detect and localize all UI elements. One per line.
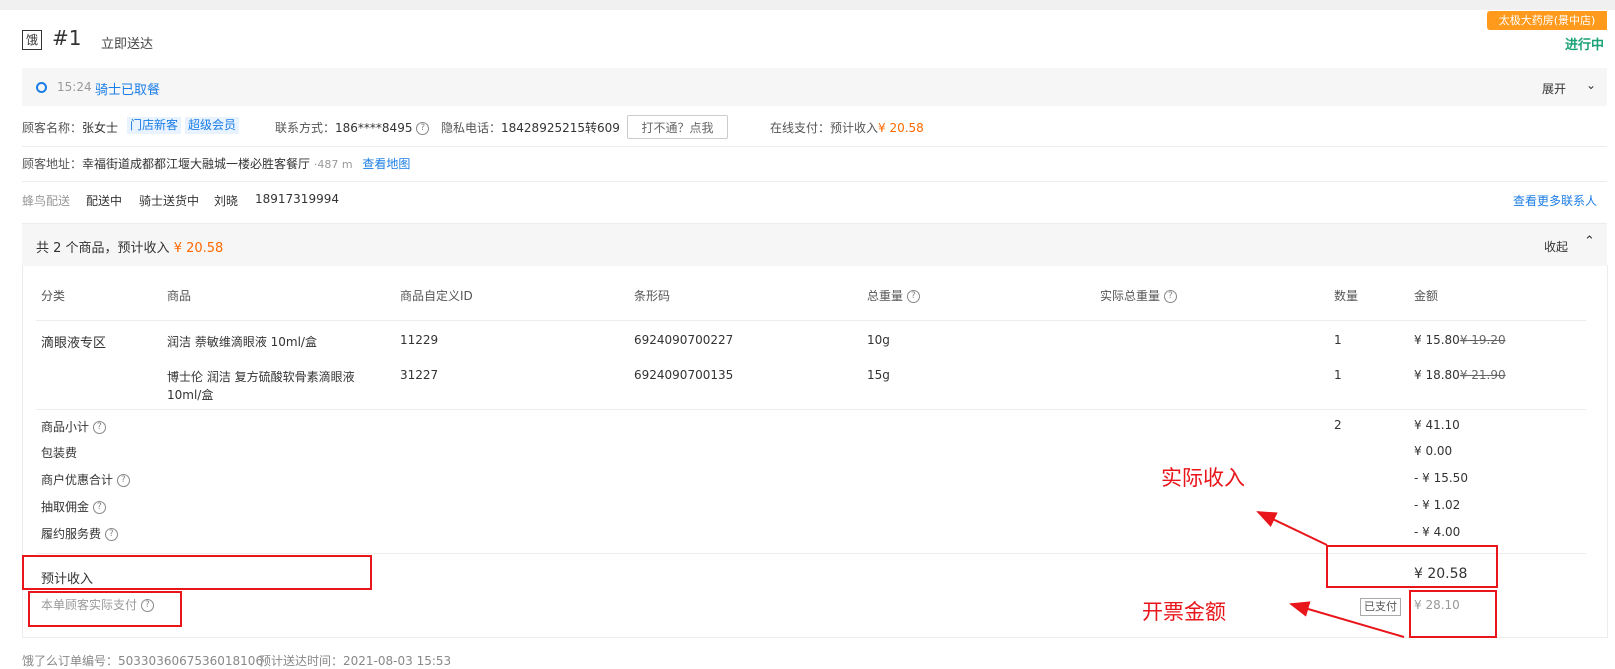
eleme-platform-icon: 饿: [22, 30, 42, 50]
help-icon[interactable]: ?: [92, 421, 106, 434]
help-icon[interactable]: ?: [906, 290, 920, 303]
help-icon[interactable]: ?: [116, 474, 130, 487]
packing-fee-amount: ¥ 0.00: [1414, 444, 1453, 458]
row-product-name-line2: 10ml/盒: [167, 388, 214, 402]
help-icon[interactable]: ?: [104, 528, 118, 541]
paid-badge: 已支付: [1360, 598, 1401, 616]
chevron-down-icon[interactable]: ⌄: [1586, 78, 1596, 92]
row-product-name: 博士伦 润洁 复方硫酸软骨素滴眼液: [167, 370, 355, 384]
online-payment-row: 在线支付：预计收入¥ 20.58: [770, 119, 924, 136]
column-header-category: 分类: [41, 289, 66, 303]
expand-button[interactable]: 展开: [1542, 80, 1566, 97]
row-weight: 10g: [867, 333, 890, 347]
annotation-invoice-amount: 开票金额: [1142, 600, 1226, 624]
contact-row: 联系方式：186****8495 ?: [275, 119, 430, 136]
row-qty: 1: [1334, 333, 1342, 347]
column-header-custom-id: 商品自定义ID: [400, 289, 473, 303]
collapse-button[interactable]: 收起: [1544, 238, 1568, 255]
delivery-state: 配送中: [86, 194, 123, 208]
help-icon[interactable]: ?: [416, 122, 430, 135]
address-label: 顾客地址：: [22, 157, 83, 171]
goods-summary: 共 2 个商品，预计收入 ¥ 20.58: [36, 241, 224, 256]
customer-name: 张女士: [82, 121, 119, 135]
status-text: 骑士已取餐: [95, 83, 161, 98]
privacy-phone-label: 隐私电话：: [441, 121, 502, 135]
subtotal-amount: ¥ 41.10: [1414, 418, 1460, 432]
row-product-name: 润洁 萘敏维滴眼液 10ml/盒: [167, 335, 317, 349]
column-header-actual-weight: 实际总重量 ?: [1100, 287, 1177, 304]
packing-fee-label: 包装费: [41, 446, 78, 460]
help-icon[interactable]: ?: [1163, 290, 1177, 303]
privacy-phone-row: 隐私电话：18428925215转609: [441, 119, 620, 136]
row-barcode: 6924090700227: [634, 333, 734, 347]
help-icon[interactable]: ?: [92, 501, 106, 514]
customer-name-label: 顾客名称：: [22, 121, 83, 135]
annotation-box-estimated-amount: [1326, 545, 1498, 588]
rider-name: 刘晓: [214, 194, 239, 208]
delivery-carrier: 蜂鸟配送: [22, 194, 71, 208]
annotation-actual-income: 实际收入: [1161, 466, 1245, 490]
divider: [22, 146, 1607, 147]
goods-summary-bar: [22, 223, 1607, 266]
order-status: 进行中: [1565, 38, 1605, 53]
status-time: 15:24: [57, 80, 92, 94]
annotation-box-paid-label: [28, 591, 182, 627]
row-qty: 1: [1334, 368, 1342, 382]
annotation-box-estimated-label: [22, 555, 372, 590]
rider-state: 骑士送货中: [139, 194, 200, 208]
address-row: 顾客地址：幸福街道成都都江堰大融城一楼必胜客餐厅 ·487 m 查看地图: [22, 155, 410, 172]
commission-amount: - ¥ 1.02: [1414, 498, 1461, 512]
more-contacts-link[interactable]: 查看更多联系人: [1513, 192, 1597, 209]
divider: [36, 409, 1586, 410]
commission-label: 抽取佣金 ?: [41, 498, 106, 515]
contact-label: 联系方式：: [275, 121, 336, 135]
service-fee-amount: - ¥ 4.00: [1414, 525, 1461, 539]
original-price: ¥ 19.20: [1459, 333, 1506, 347]
tag-super-member: 超级会员: [185, 117, 240, 134]
merchant-discount-label: 商户优惠合计 ?: [41, 471, 130, 488]
delivery-type: 立即送达: [101, 37, 154, 52]
order-number: #1: [52, 26, 82, 50]
column-header-barcode: 条形码: [634, 289, 671, 303]
row-custom-id: 31227: [400, 368, 439, 382]
eta-row: 预计送达时间：2021-08-03 15:53: [259, 654, 452, 668]
order-id-row: 饿了么订单编号：5033036067536018106: [22, 654, 264, 668]
store-name-badge: 太极大药房(景中店): [1487, 11, 1607, 30]
column-header-qty: 数量: [1334, 289, 1359, 303]
row-price: ¥ 18.80¥ 21.90: [1414, 368, 1506, 382]
divider: [22, 181, 1607, 182]
top-divider: [0, 0, 1615, 10]
address-text: 幸福街道成都都江堰大融城一楼必胜客餐厅: [82, 157, 311, 171]
subtotal-label: 商品小计 ?: [41, 418, 106, 435]
column-header-weight: 总重量 ?: [867, 287, 920, 304]
payment-label: 在线支付：预计收入: [770, 121, 879, 135]
row-category: 滴眼液专区: [41, 336, 107, 351]
rider-phone: 18917319994: [255, 192, 339, 206]
merchant-discount-amount: - ¥ 15.50: [1414, 471, 1468, 485]
row-price: ¥ 15.80¥ 19.20: [1414, 333, 1506, 347]
contact-phone: 186****8495: [335, 121, 413, 135]
call-help-button[interactable]: 打不通？点我: [627, 115, 728, 139]
original-price: ¥ 21.90: [1459, 368, 1506, 382]
chevron-up-icon[interactable]: ⌃: [1584, 234, 1595, 249]
status-circle-icon: [36, 82, 47, 93]
row-custom-id: 11229: [400, 333, 439, 347]
column-header-amount: 金额: [1414, 289, 1439, 303]
divider: [36, 320, 1586, 321]
column-header-product: 商品: [167, 289, 192, 303]
service-fee-label: 履约服务费 ?: [41, 525, 118, 542]
subtotal-qty: 2: [1334, 418, 1342, 432]
payment-amount: ¥ 20.58: [878, 121, 924, 135]
tag-new-customer: 门店新客: [127, 117, 182, 134]
row-weight: 15g: [867, 368, 890, 382]
view-map-link[interactable]: 查看地图: [362, 157, 410, 171]
delivery-status-bar: [22, 68, 1607, 106]
annotation-box-paid-amount: [1409, 590, 1497, 638]
distance: ·487 m: [313, 158, 353, 171]
customer-name-row: 顾客名称：张女士: [22, 119, 118, 136]
privacy-phone: 18428925215转609: [501, 121, 620, 135]
row-barcode: 6924090700135: [634, 368, 734, 382]
